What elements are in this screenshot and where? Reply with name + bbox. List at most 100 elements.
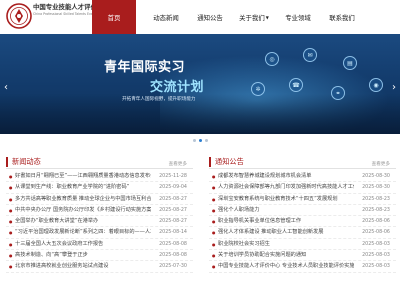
bullet-icon: ●	[212, 196, 216, 202]
mail-icon: ✉	[303, 48, 317, 62]
bullet-icon: ●	[9, 253, 13, 259]
bullet-icon: ●	[212, 207, 216, 213]
news-date: 2025-08-08	[159, 253, 187, 259]
bullet-icon: ●	[212, 241, 216, 247]
center-logo-icon[interactable]	[6, 3, 32, 29]
list-item[interactable]: ● 好書如日月“翱翔已至”——江西翱翔质量香港动态信息发布会 2025-11-28	[6, 171, 193, 183]
notice-title[interactable]: 深圳宝安教育系统与职业教育技术“十四五”发展规划	[218, 194, 354, 205]
nav-label: 动态新闻	[153, 13, 179, 22]
bullet-icon: ●	[9, 230, 13, 236]
news-title[interactable]: 中共中央办公厅 国务院办公厅印发《乡村建设行动实施方案》	[15, 205, 151, 216]
list-item[interactable]: ● 十三届全国人大五次会议政府工作报告 2025-08-08	[6, 239, 193, 251]
hero-banner[interactable]: ◎ ✉ ▤ ◉ ✲ ☎ ⚭ 青年国际实习 交流计划 开拓青年人国际视野，提升职场…	[0, 34, 400, 134]
main-nav: 首页 动态新闻 通知公告 关于我们 ▼ 专业领域 联系我们	[92, 0, 364, 34]
news-section: 新闻动态 查看更多 ● 好書如日月“翱翔已至”——江西翱翔质量香港动态信息发布会 2…	[6, 157, 193, 273]
list-item[interactable]: ● 多方共话高等职业教育质量 推动全球企业与中国市场互利合作 2025-08-27	[6, 194, 193, 205]
list-item[interactable]: ● 北京市推进高校就业创业服务站试点建设 2025-07-30	[6, 261, 193, 273]
carousel-dot-active[interactable]	[199, 139, 202, 142]
news-date: 2025-08-08	[159, 241, 187, 247]
notice-title[interactable]: 人力资源社会保障部等九部门印发加强新时代高技能人才工作	[218, 182, 354, 193]
notice-title[interactable]: 成都发布智慧养城建设规划城市机会清单	[218, 171, 354, 182]
nav-fields[interactable]: 专业领域	[276, 0, 320, 34]
nav-label: 联系我们	[329, 13, 355, 22]
list-item[interactable]: ● 人力资源社会保障部等九部门印发加强新时代高技能人才工作 2025-08-30	[209, 182, 396, 194]
news-title[interactable]: 好書如日月“翱翔已至”——江西翱翔质量香港动态信息发布会	[15, 171, 151, 182]
notices-section-title: 通知公告	[209, 157, 244, 167]
carousel-dots	[193, 139, 208, 142]
news-more-link[interactable]: 查看更多	[169, 161, 187, 167]
bullet-icon: ●	[9, 241, 13, 247]
notice-title[interactable]: 中国专业技能人才评价中心 专业技术人员职业技能评价实施指南	[218, 261, 354, 272]
bullet-icon: ●	[212, 264, 216, 270]
news-title[interactable]: 从课堂到生产线：职业教育产业学院的“进阶密码”	[15, 182, 151, 193]
news-date: 2025-09-04	[159, 185, 187, 191]
list-item[interactable]: ● 深圳宝安教育系统与职业教育技术“十四五”发展规划 2025-08-23	[209, 194, 396, 205]
news-title[interactable]: 北京市推进高校就业创业服务站试点建设	[15, 261, 151, 272]
notices-list: ● 成都发布智慧养城建设规划城市机会清单 2025-08-30 ● 人力资源社会保障部…	[209, 171, 396, 273]
banner-network-icons: ◎ ✉ ▤ ◉ ✲ ☎ ⚭	[245, 48, 395, 118]
nav-label: 关于我们	[239, 13, 265, 22]
notice-date: 2025-08-03	[362, 253, 390, 259]
news-title[interactable]: 十三届全国人大五次会议政府工作报告	[15, 239, 151, 250]
nav-about[interactable]: 关于我们 ▼	[232, 0, 276, 34]
list-item[interactable]: ● “习近平治国理政发展新论断”系列之四：着眼目标的——人才工作 2025-08-1…	[6, 227, 193, 239]
nav-label: 首页	[107, 13, 121, 22]
nav-label: 专业领域	[285, 13, 311, 22]
bullet-icon: ●	[212, 253, 216, 259]
nav-notices[interactable]: 通知公告	[188, 0, 232, 34]
bullet-icon: ●	[9, 219, 13, 225]
banner-prev-arrow-icon[interactable]: ‹	[4, 82, 8, 93]
news-date: 2025-08-14	[159, 230, 187, 236]
notice-title[interactable]: 关于培训学员协助配合实施问题的通知	[218, 250, 354, 261]
bullet-icon: ●	[212, 219, 216, 225]
banner-subtitle: 开拓青年人国际视野，提升职场能力	[122, 97, 196, 102]
news-title[interactable]: 高技术制造、向“高”攀登于正步	[15, 250, 151, 261]
nav-home[interactable]: 首页	[92, 0, 136, 34]
notice-date: 2025-08-06	[362, 230, 390, 236]
bullet-icon: ●	[9, 185, 13, 191]
news-date: 2025-07-30	[159, 264, 187, 270]
phone-icon: ☎	[289, 78, 303, 92]
news-title[interactable]: 全国举办“职业教育大讲堂”在港举办	[15, 216, 151, 227]
news-list: ● 好書如日月“翱翔已至”——江西翱翔质量香港动态信息发布会 2025-11-28 …	[6, 171, 193, 273]
news-date: 2025-08-27	[159, 219, 187, 225]
chart-icon: ▤	[343, 56, 357, 70]
news-title[interactable]: “习近平治国理政发展新论断”系列之四：着眼目标的——人才工作	[15, 227, 151, 238]
banner-next-arrow-icon[interactable]: ›	[392, 82, 396, 93]
site-header: 中国专业技能人才评价中心 China Professional Skilled …	[0, 0, 400, 34]
list-item[interactable]: ● 职业院校社会实习招生 2025-08-03	[209, 239, 396, 251]
list-item[interactable]: ● 从课堂到生产线：职业教育产业学院的“进阶密码” 2025-09-04	[6, 182, 193, 194]
carousel-dot[interactable]	[205, 139, 208, 142]
notice-title[interactable]: 职业院校社会实习招生	[218, 239, 354, 250]
notice-title[interactable]: 强化人才体系建设 推动职业人工智能创新发展	[218, 227, 354, 238]
list-item[interactable]: ● 全国举办“职业教育大讲堂”在港举办 2025-08-27	[6, 216, 193, 228]
list-item[interactable]: ● 中国专业技能人才评价中心 专业技术人员职业技能评价实施指南 2025-08-03	[209, 261, 396, 273]
notice-date: 2025-08-03	[362, 241, 390, 247]
notice-title[interactable]: 职业指导机关事业单位信息管理工作	[218, 216, 354, 227]
gear-icon: ✲	[251, 82, 265, 96]
list-item[interactable]: ● 中共中央办公厅 国务院办公厅印发《乡村建设行动实施方案》 2025-08-27	[6, 205, 193, 217]
news-date: 2025-11-28	[159, 174, 187, 179]
notice-date: 2025-08-23	[362, 207, 390, 213]
news-date: 2025-08-27	[159, 207, 187, 213]
list-item[interactable]: ● 职业指导机关事业单位信息管理工作 2025-08-06	[209, 216, 396, 228]
list-item[interactable]: ● 成都发布智慧养城建设规划城市机会清单 2025-08-30	[209, 171, 396, 183]
list-item[interactable]: ● 强化个人职场能力 2025-08-23	[209, 205, 396, 217]
bullet-icon: ●	[212, 174, 216, 179]
nav-news[interactable]: 动态新闻	[144, 0, 188, 34]
link-icon: ⚭	[331, 86, 345, 100]
news-title[interactable]: 多方共话高等职业教育质量 推动全球企业与中国市场互利合作	[15, 194, 151, 205]
banner-title-line2: 交流计划	[150, 80, 205, 95]
carousel-dot[interactable]	[193, 139, 196, 142]
notice-title[interactable]: 强化个人职场能力	[218, 205, 354, 216]
bullet-icon: ●	[9, 174, 13, 179]
nav-contact[interactable]: 联系我们	[320, 0, 364, 34]
notices-more-link[interactable]: 查看更多	[372, 161, 390, 167]
notice-date: 2025-08-23	[362, 196, 390, 202]
notice-date: 2025-08-03	[362, 264, 390, 270]
list-item[interactable]: ● 关于培训学员协助配合实施问题的通知 2025-08-03	[209, 250, 396, 262]
news-date: 2025-08-27	[159, 196, 187, 202]
user-icon: ◉	[369, 78, 383, 92]
list-item[interactable]: ● 高技术制造、向“高”攀登于正步 2025-08-08	[6, 250, 193, 262]
list-item[interactable]: ● 强化人才体系建设 推动职业人工智能创新发展 2025-08-06	[209, 227, 396, 239]
